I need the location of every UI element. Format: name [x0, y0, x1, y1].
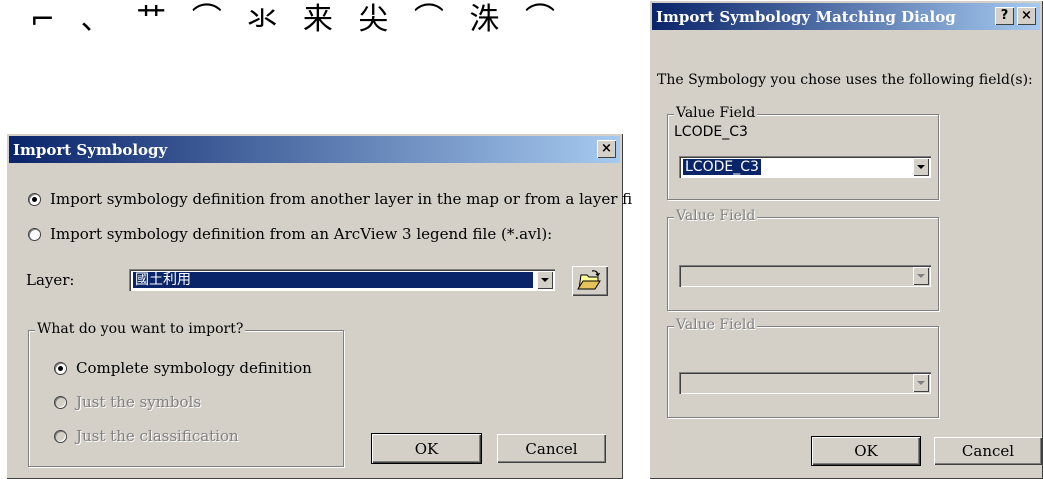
- choice-label: Just the classification: [76, 427, 239, 445]
- choice-just-classification[interactable]: Just the classification: [54, 427, 239, 445]
- background-caption-text: ⌐ 、 艹 ⌒ 氺 来 尖 ⌒ 洙 ⌒: [30, 2, 563, 37]
- option-label: Import symbology definition from an ArcV…: [50, 225, 553, 243]
- matching-dialog: Import Symbology Matching Dialog ? × The…: [649, 0, 1043, 479]
- cancel-button[interactable]: Cancel: [497, 434, 606, 463]
- option-label: Import symbology definition from another…: [50, 190, 633, 208]
- cancel-button[interactable]: Cancel: [934, 437, 1042, 465]
- intro-text: The Symbology you chose uses the followi…: [657, 72, 1033, 88]
- layer-dropdown-value: 國土利用: [133, 272, 533, 288]
- chevron-down-icon[interactable]: [913, 267, 929, 285]
- value-field-dropdown-1[interactable]: LCODE_C3: [679, 156, 931, 178]
- layer-dropdown[interactable]: 國土利用: [129, 269, 555, 291]
- value-field-dropdown-3[interactable]: [679, 372, 931, 394]
- ok-button[interactable]: OK: [811, 436, 921, 466]
- value-field-dropdown-2[interactable]: [679, 265, 931, 287]
- open-folder-icon: [577, 270, 601, 290]
- close-icon[interactable]: ×: [597, 140, 616, 158]
- dialog-title: Import Symbology Matching Dialog: [656, 7, 956, 26]
- group-title: Value Field: [674, 208, 758, 224]
- option-import-from-avl[interactable]: Import symbology definition from an ArcV…: [28, 225, 552, 243]
- choice-label: Just the symbols: [76, 393, 202, 411]
- option-import-from-layer[interactable]: Import symbology definition from another…: [28, 190, 632, 208]
- group-title: Value Field: [674, 105, 758, 121]
- chevron-down-icon[interactable]: [913, 374, 929, 392]
- choice-complete-definition[interactable]: Complete symbology definition: [54, 359, 312, 377]
- field-name-label: LCODE_C3: [674, 124, 748, 140]
- radio-import-from-layer[interactable]: [28, 192, 41, 206]
- choice-label: Complete symbology definition: [76, 359, 312, 377]
- close-icon[interactable]: ×: [1017, 7, 1036, 25]
- browse-folder-button[interactable]: [572, 266, 608, 296]
- layer-label: Layer:: [26, 271, 75, 289]
- group-title: Value Field: [674, 317, 758, 333]
- dropdown-value: LCODE_C3: [682, 158, 762, 176]
- choice-just-symbols[interactable]: Just the symbols: [54, 393, 201, 411]
- radio-just-symbols[interactable]: [54, 395, 67, 409]
- import-symbology-dialog: Import Symbology × Import symbology defi…: [6, 133, 632, 479]
- chevron-down-icon[interactable]: [537, 271, 553, 289]
- radio-import-from-avl[interactable]: [28, 227, 41, 241]
- dialog-title: Import Symbology: [13, 140, 168, 159]
- value-field-group-2: Value Field: [667, 208, 939, 311]
- radio-just-classification[interactable]: [54, 429, 67, 443]
- radio-complete-definition[interactable]: [54, 361, 67, 375]
- matching-dialog-titlebar[interactable]: Import Symbology Matching Dialog ? ×: [652, 3, 1040, 30]
- group-title: What do you want to import?: [35, 321, 246, 337]
- ok-button[interactable]: OK: [371, 433, 482, 464]
- import-symbology-titlebar[interactable]: Import Symbology ×: [9, 136, 620, 163]
- chevron-down-icon[interactable]: [913, 158, 929, 176]
- help-icon[interactable]: ?: [995, 7, 1014, 25]
